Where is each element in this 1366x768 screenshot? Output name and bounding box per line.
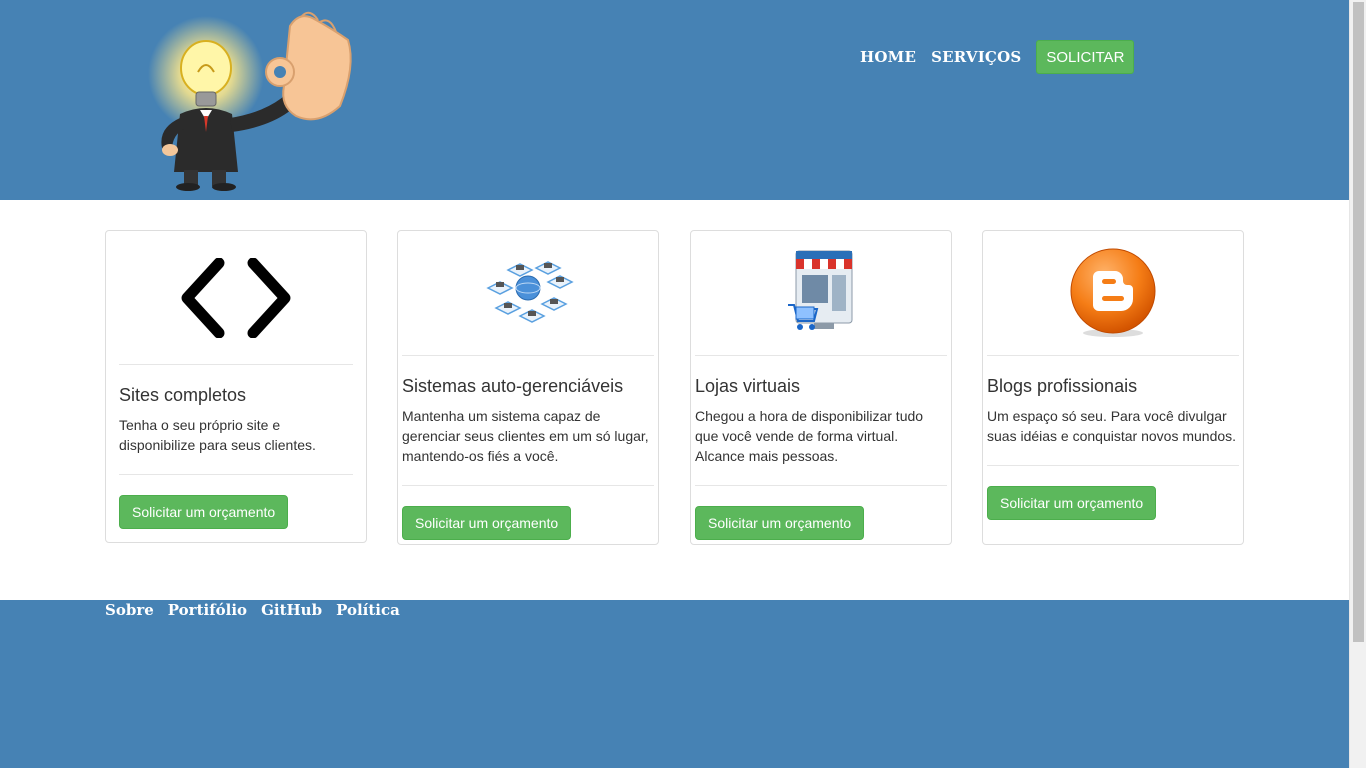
site-footer: Sobre Portifólio GitHub Política — [0, 600, 1349, 768]
card-text: Um espaço só seu. Para você divulgar sua… — [987, 408, 1237, 444]
service-card-blogs: Blogs profissionais Um espaço só seu. Pa… — [982, 230, 1244, 545]
site-header: HOME SERVIÇOS SOLICITAR — [0, 0, 1349, 200]
request-quote-button[interactable]: Solicitar um orçamento — [695, 506, 865, 540]
card-image — [983, 231, 1243, 355]
card-title: Blogs profissionais — [987, 376, 1138, 396]
card-text: Tenha o seu próprio site e disponibilize… — [119, 417, 316, 453]
divider — [119, 364, 353, 365]
service-card-sistemas: Sistemas auto-gerenciáveis Mantenha um s… — [397, 230, 659, 545]
online-store-icon — [788, 250, 853, 330]
vertical-scrollbar[interactable] — [1349, 0, 1366, 768]
service-card-sites: Sites completos Tenha o seu próprio site… — [105, 230, 367, 543]
scrollbar-thumb[interactable] — [1353, 2, 1364, 642]
card-image — [691, 231, 951, 355]
main-nav: HOME SERVIÇOS SOLICITAR — [860, 40, 1135, 74]
card-text: Mantenha um sistema capaz de gerenciar s… — [402, 408, 649, 464]
card-title: Lojas virtuais — [695, 376, 801, 396]
card-title: Sites completos — [119, 385, 247, 405]
request-quote-button[interactable]: Solicitar um orçamento — [402, 506, 572, 540]
card-image — [398, 231, 658, 355]
request-quote-button[interactable]: Solicitar um orçamento — [119, 495, 289, 529]
page: HOME SERVIÇOS SOLICITAR Sites completos … — [0, 0, 1349, 768]
footer-link-sobre[interactable]: Sobre — [105, 601, 154, 619]
blogger-icon — [1070, 248, 1156, 337]
divider — [987, 355, 1239, 356]
footer-links: Sobre Portifólio GitHub Política — [105, 601, 414, 619]
service-card-lojas: Lojas virtuais Chegou a hora de disponib… — [690, 230, 952, 545]
card-text: Chegou a hora de disponibilizar tudo que… — [695, 408, 924, 464]
footer-link-portifolio[interactable]: Portifólio — [168, 601, 247, 619]
solicitar-button[interactable]: SOLICITAR — [1036, 40, 1135, 74]
code-brackets-icon — [181, 257, 291, 338]
footer-link-github[interactable]: GitHub — [261, 601, 322, 619]
divider — [402, 355, 654, 356]
footer-link-politica[interactable]: Política — [336, 601, 400, 619]
card-title: Sistemas auto-gerenciáveis — [402, 376, 624, 396]
nav-home-link[interactable]: HOME — [860, 48, 916, 66]
nav-servicos-link[interactable]: SERVIÇOS — [931, 48, 1021, 66]
logo-lightbulb-man-icon[interactable] — [140, 6, 360, 192]
divider — [695, 355, 947, 356]
network-icon — [486, 261, 574, 323]
request-quote-button[interactable]: Solicitar um orçamento — [987, 486, 1157, 520]
card-image — [106, 231, 366, 364]
